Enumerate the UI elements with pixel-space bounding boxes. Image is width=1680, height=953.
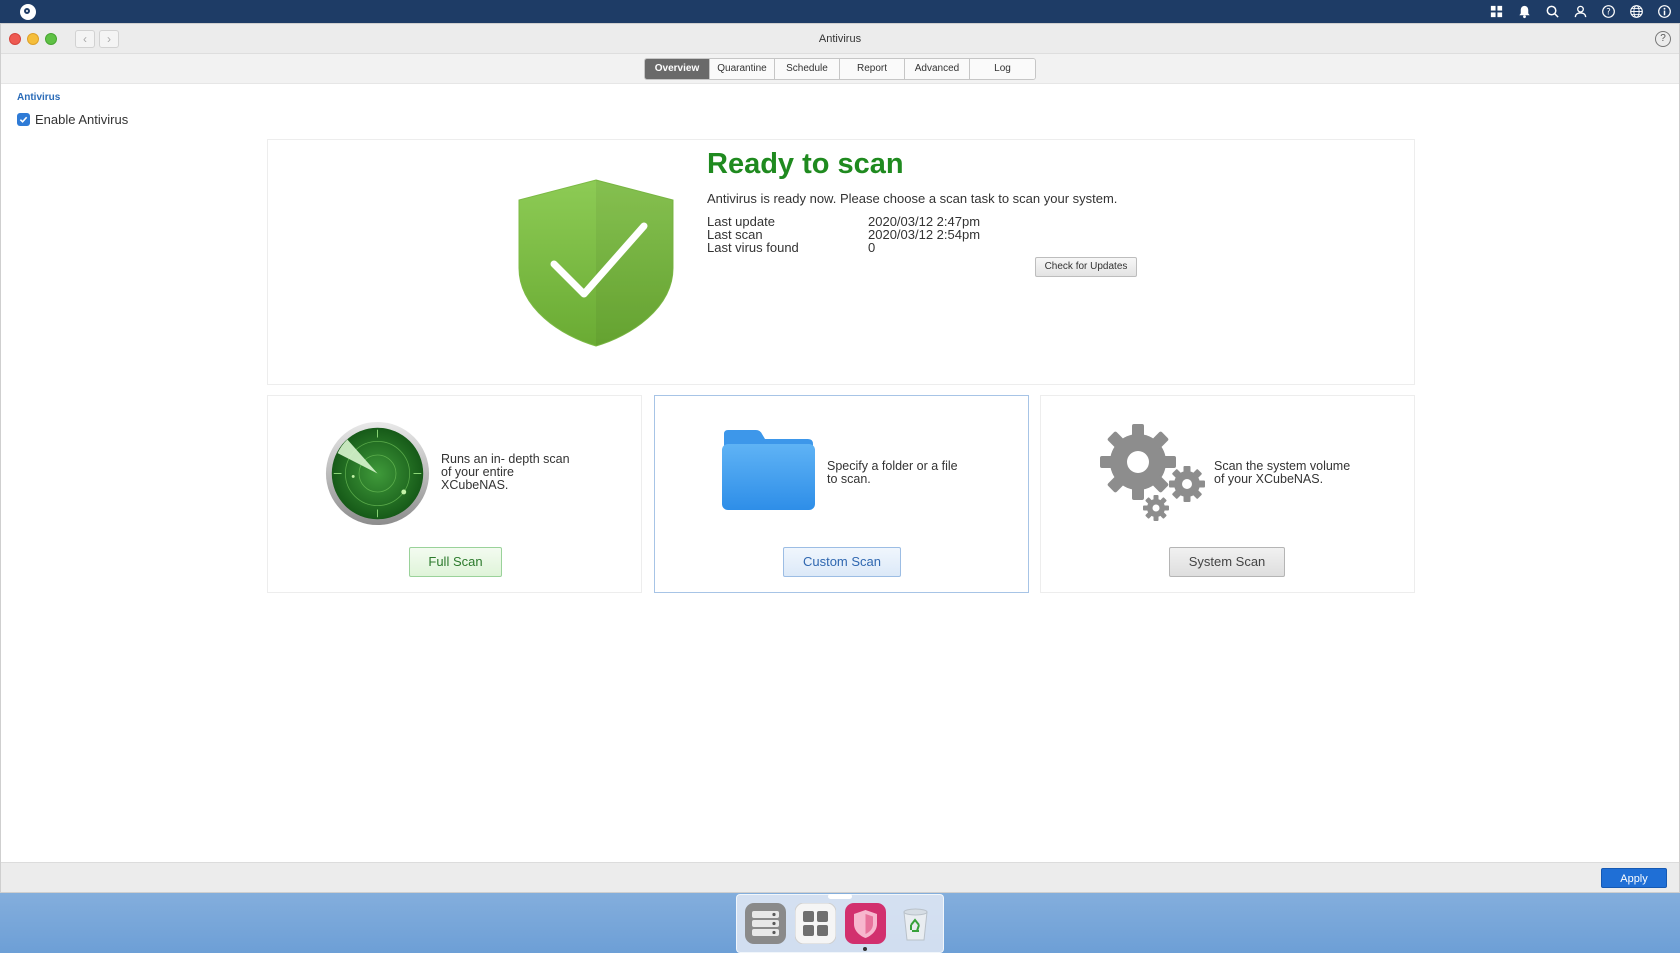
overview-content: Antivirus Enable Antivirus Ready to scan… xyxy=(1,84,1679,864)
minimize-window-button[interactable] xyxy=(27,32,39,45)
globe-icon[interactable] xyxy=(1629,4,1644,19)
info-icon[interactable] xyxy=(1657,4,1672,19)
window-titlebar: ‹ › Antivirus ? xyxy=(1,24,1679,54)
recycle-bin-icon[interactable] xyxy=(895,903,936,944)
tab-advanced[interactable]: Advanced xyxy=(905,58,970,79)
check-for-updates-button[interactable]: Check for Updates xyxy=(1035,257,1137,277)
full-scan-button[interactable]: Full Scan xyxy=(409,547,502,577)
custom-scan-card: Specify a folder or a file to scan. Cust… xyxy=(654,395,1029,593)
antivirus-icon[interactable] xyxy=(844,903,886,951)
window-help-button[interactable]: ? xyxy=(1655,31,1671,47)
system-top-bar: ? xyxy=(0,0,1680,23)
enable-antivirus-row[interactable]: Enable Antivirus xyxy=(17,112,128,127)
custom-scan-button[interactable]: Custom Scan xyxy=(783,547,901,577)
qnap-logo-icon[interactable] xyxy=(20,3,36,20)
dock xyxy=(736,894,944,953)
full-scan-description: Runs an in- depth scan of your entire XC… xyxy=(441,452,570,492)
tab-bar: Overview Quarantine Schedule Report Adva… xyxy=(1,54,1679,84)
system-scan-description: Scan the system volume of your XCubeNAS. xyxy=(1214,459,1351,486)
full-scan-card: Runs an in- depth scan of your entire XC… xyxy=(267,395,642,593)
tab-report[interactable]: Report xyxy=(840,58,905,79)
status-panel: Ready to scan Antivirus is ready now. Pl… xyxy=(267,139,1415,385)
forward-button[interactable]: › xyxy=(99,29,119,48)
back-button[interactable]: ‹ xyxy=(75,29,95,48)
search-icon[interactable] xyxy=(1545,4,1560,19)
window-footer: Apply xyxy=(1,862,1679,892)
enable-antivirus-label: Enable Antivirus xyxy=(35,112,129,127)
status-heading: Ready to scan xyxy=(707,148,904,180)
antivirus-window: ‹ › Antivirus ? Overview Quarantine Sche… xyxy=(0,23,1680,893)
app-center-icon[interactable] xyxy=(794,903,836,944)
info-row-last-virus-found: Last virus found 0 xyxy=(707,240,876,255)
apps-grid-icon[interactable] xyxy=(1489,4,1504,19)
tab-schedule[interactable]: Schedule xyxy=(775,58,840,79)
storage-manager-icon[interactable] xyxy=(744,903,786,944)
svg-text:?: ? xyxy=(1606,7,1610,17)
active-app-indicator xyxy=(862,947,867,951)
tab-overview[interactable]: Overview xyxy=(645,58,710,79)
tab-quarantine[interactable]: Quarantine xyxy=(710,58,775,79)
folder-icon xyxy=(722,430,815,510)
bell-icon[interactable] xyxy=(1517,4,1532,19)
section-title: Antivirus xyxy=(17,92,61,103)
user-icon[interactable] xyxy=(1573,4,1588,19)
maximize-window-button[interactable] xyxy=(45,32,57,45)
system-scan-button[interactable]: System Scan xyxy=(1169,547,1285,577)
radar-icon xyxy=(325,421,430,526)
window-title: Antivirus xyxy=(818,33,862,45)
status-description: Antivirus is ready now. Please choose a … xyxy=(707,191,1118,206)
shield-check-icon xyxy=(518,179,674,347)
tab-log[interactable]: Log xyxy=(970,58,1035,79)
dock-handle[interactable] xyxy=(828,894,852,899)
system-scan-card: Scan the system volume of your XCubeNAS.… xyxy=(1040,395,1415,593)
scan-info: Last update 2020/03/12 2:47pm Last scan … xyxy=(707,215,1117,254)
close-window-button[interactable] xyxy=(9,32,21,45)
apply-button[interactable]: Apply xyxy=(1601,868,1667,888)
gears-icon xyxy=(1100,424,1205,521)
custom-scan-description: Specify a folder or a file to scan. xyxy=(827,459,958,486)
enable-antivirus-checkbox[interactable] xyxy=(17,113,30,126)
help-icon[interactable]: ? xyxy=(1601,4,1616,19)
